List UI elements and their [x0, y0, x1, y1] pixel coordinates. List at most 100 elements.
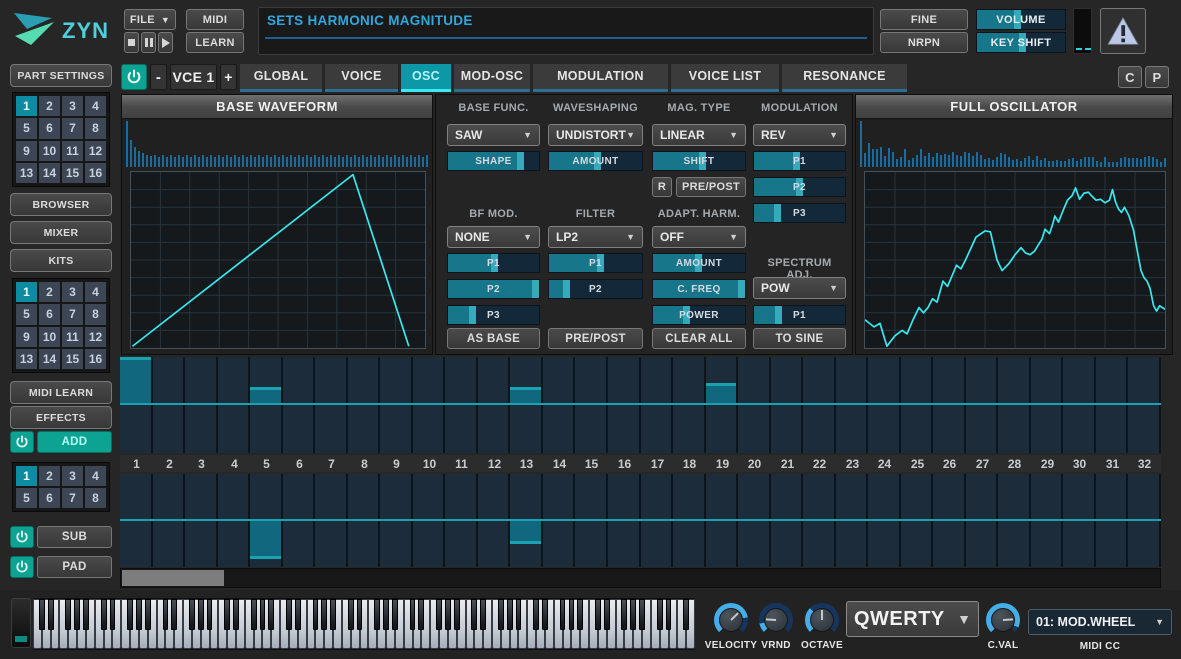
grid-cell-15[interactable]: 15 — [62, 163, 83, 183]
magnitude-column-13[interactable] — [510, 357, 541, 453]
tab-resonance[interactable]: RESONANCE — [782, 64, 907, 92]
adapt-harm-dropdown[interactable]: OFF▼ — [652, 226, 746, 248]
grid-cell-8[interactable]: 8 — [85, 488, 106, 508]
black-key[interactable] — [198, 599, 204, 630]
mixer-button[interactable]: MIXER — [10, 221, 112, 244]
black-key[interactable] — [471, 599, 477, 630]
magnitude-column-21[interactable] — [771, 357, 801, 453]
black-key[interactable] — [604, 599, 610, 630]
grid-cell-11[interactable]: 11 — [62, 327, 83, 347]
grid-cell-9[interactable]: 9 — [16, 141, 37, 161]
bf-mod-p1-slider[interactable]: P1 — [447, 253, 540, 273]
black-key[interactable] — [498, 599, 504, 630]
grid-cell-4[interactable]: 4 — [85, 282, 106, 302]
magnitude-column-4[interactable] — [218, 357, 248, 453]
harmonic-scrollbar[interactable] — [120, 568, 1161, 588]
grid-cell-1[interactable]: 1 — [16, 466, 37, 486]
play-button[interactable] — [158, 32, 173, 53]
grid-cell-8[interactable]: 8 — [85, 304, 106, 324]
black-key[interactable] — [145, 599, 151, 630]
spectrum-adj-dropdown[interactable]: POW▼ — [753, 277, 846, 299]
ws-amount-slider[interactable]: AMOUNT — [548, 151, 643, 171]
tab-mod-osc[interactable]: MOD-OSC — [454, 64, 530, 92]
magnitude-column-11[interactable] — [445, 357, 476, 453]
fine-button[interactable]: FINE — [880, 9, 968, 30]
grid-cell-7[interactable]: 7 — [62, 488, 83, 508]
black-key[interactable] — [560, 599, 566, 630]
grid-cell-7[interactable]: 7 — [62, 118, 83, 138]
black-key[interactable] — [224, 599, 230, 630]
scrollbar-thumb[interactable] — [122, 570, 224, 586]
grid-cell-2[interactable]: 2 — [39, 466, 60, 486]
black-key[interactable] — [630, 599, 636, 630]
learn-button[interactable]: LEARN — [186, 32, 244, 53]
black-key[interactable] — [507, 599, 513, 630]
black-key[interactable] — [383, 599, 389, 630]
add-enable-toggle[interactable] — [10, 431, 34, 453]
add-engine-button[interactable]: ADD — [37, 431, 112, 453]
magnitude-column-20[interactable] — [738, 357, 769, 453]
cval-knob[interactable] — [986, 603, 1020, 637]
midi-button[interactable]: MIDI — [186, 9, 244, 30]
black-key[interactable] — [321, 599, 327, 630]
grid-cell-2[interactable]: 2 — [39, 282, 60, 302]
magnitude-column-30[interactable] — [1063, 357, 1094, 453]
adapt-cfreq-slider[interactable]: C. FREQ — [652, 279, 746, 299]
black-key[interactable] — [639, 599, 645, 630]
magnitude-column-24[interactable] — [868, 357, 899, 453]
part-settings-button[interactable]: PART SETTINGS — [10, 64, 112, 87]
grid-cell-1[interactable]: 1 — [16, 282, 37, 302]
magnitude-column-3[interactable] — [185, 357, 216, 453]
magnitude-column-28[interactable] — [998, 357, 1029, 453]
black-key[interactable] — [357, 599, 363, 630]
stop-button[interactable] — [124, 32, 139, 53]
grid-cell-16[interactable]: 16 — [85, 163, 106, 183]
kits-button[interactable]: KITS — [10, 249, 112, 272]
black-key[interactable] — [348, 599, 354, 630]
harmonic-magnitude-editor[interactable] — [120, 357, 1161, 453]
mag-shift-slider[interactable]: SHIFT — [652, 151, 746, 171]
black-key[interactable] — [171, 599, 177, 630]
magnitude-column-18[interactable] — [673, 357, 704, 453]
grid-cell-11[interactable]: 11 — [62, 141, 83, 161]
mag-prepost-button[interactable]: PRE/POST — [676, 177, 746, 197]
tab-global[interactable]: GLOBAL — [240, 64, 322, 92]
black-key[interactable] — [392, 599, 398, 630]
magnitude-bar-19[interactable] — [706, 383, 736, 403]
grid-cell-10[interactable]: 10 — [39, 327, 60, 347]
adapt-amount-slider[interactable]: AMOUNT — [652, 253, 746, 273]
grid-cell-8[interactable]: 8 — [85, 118, 106, 138]
tab-modulation[interactable]: MODULATION — [533, 64, 668, 92]
magnitude-column-29[interactable] — [1031, 357, 1061, 453]
shape-slider[interactable]: SHAPE — [447, 151, 540, 171]
harmonic-phase-editor[interactable] — [120, 474, 1161, 567]
bf-mod-dropdown[interactable]: NONE▼ — [447, 226, 540, 248]
filter-p2-slider[interactable]: P2 — [548, 279, 643, 299]
sub-enable-toggle[interactable] — [10, 526, 34, 548]
as-base-button[interactable]: AS BASE — [447, 328, 540, 349]
black-key[interactable] — [533, 599, 539, 630]
black-key[interactable] — [110, 599, 116, 630]
voice-prev-button[interactable]: - — [150, 64, 167, 90]
effects-button[interactable]: EFFECTS — [10, 406, 112, 429]
black-key[interactable] — [418, 599, 424, 630]
grid-cell-16[interactable]: 16 — [85, 349, 106, 369]
grid-cell-12[interactable]: 12 — [85, 141, 106, 161]
black-key[interactable] — [286, 599, 292, 630]
grid-cell-14[interactable]: 14 — [39, 349, 60, 369]
black-key[interactable] — [516, 599, 522, 630]
grid-cell-5[interactable]: 5 — [16, 118, 37, 138]
filter-p1-slider[interactable]: P1 — [548, 253, 643, 273]
black-key[interactable] — [163, 599, 169, 630]
modulation-dropdown[interactable]: REV▼ — [753, 124, 846, 146]
black-key[interactable] — [48, 599, 54, 630]
mod-p3-slider[interactable]: P3 — [753, 203, 846, 223]
panic-button[interactable] — [1100, 8, 1146, 54]
base-func-dropdown[interactable]: SAW▼ — [447, 124, 540, 146]
black-key[interactable] — [251, 599, 257, 630]
magnitude-column-10[interactable] — [413, 357, 443, 453]
grid-cell-3[interactable]: 3 — [62, 282, 83, 302]
pad-enable-toggle[interactable] — [10, 556, 34, 578]
black-key[interactable] — [136, 599, 142, 630]
tab-osc[interactable]: OSC — [401, 64, 451, 92]
